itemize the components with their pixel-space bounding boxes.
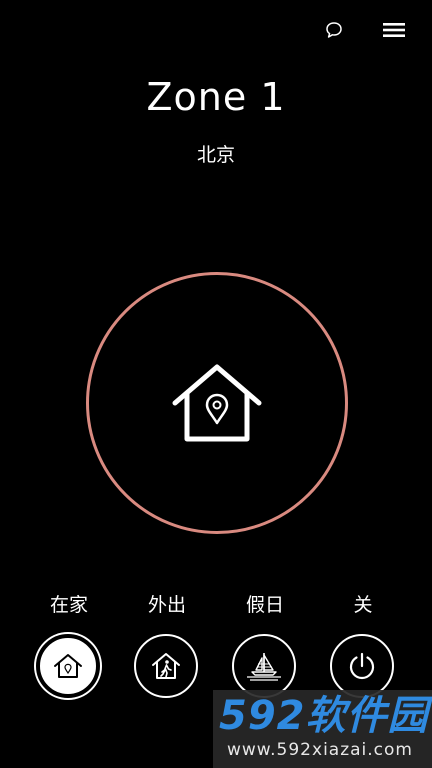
holiday-sailboat-icon (247, 653, 281, 681)
home-location-icon (54, 654, 82, 678)
mode-button-holiday[interactable] (232, 634, 296, 698)
mode-label-home: 在家 (49, 594, 88, 616)
zone-city: 北京 (196, 144, 235, 166)
watermark-brand: 592软件园 (219, 693, 429, 739)
mode-button-away[interactable] (134, 634, 198, 698)
mode-button-home[interactable] (36, 634, 100, 698)
mode-label-off: 关 (353, 594, 373, 616)
mode-label-holiday: 假日 (245, 594, 284, 616)
hamburger-menu-icon (383, 23, 405, 37)
top-bar (0, 0, 432, 60)
current-mode-ring (86, 272, 348, 534)
away-walking-icon (152, 653, 180, 679)
mode-button-off[interactable] (330, 634, 394, 698)
menu-button[interactable] (381, 18, 407, 42)
power-icon (349, 652, 375, 680)
zone-title: Zone 1 (146, 75, 286, 119)
chat-button[interactable] (322, 18, 346, 42)
watermark-url: www.592xiazai.com (227, 740, 413, 760)
chat-bubble-icon (326, 22, 342, 38)
watermark: 592软件园 www.592xiazai.com (213, 690, 432, 768)
home-location-icon (172, 364, 262, 442)
mode-label-away: 外出 (147, 594, 186, 616)
